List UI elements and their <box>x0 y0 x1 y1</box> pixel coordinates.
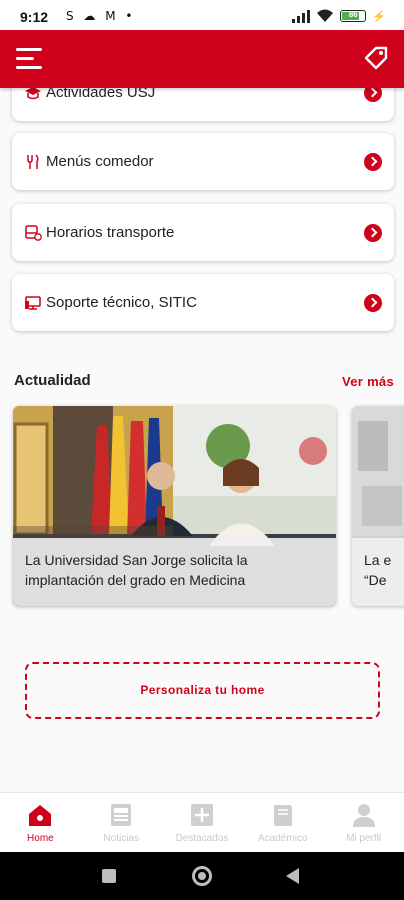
quick-link-horarios[interactable]: Horarios transporte <box>12 204 394 261</box>
wifi-icon <box>317 9 334 22</box>
user-icon <box>352 804 375 827</box>
plus-square-icon <box>190 804 213 826</box>
nav-noticias[interactable]: Noticias <box>81 793 162 852</box>
quick-link-menus[interactable]: Menús comedor <box>12 133 394 190</box>
notification-icons: S ☁ M • <box>66 9 136 23</box>
graduation-cap-icon <box>25 88 41 100</box>
personalize-home-label: Personaliza tu home <box>140 683 265 697</box>
charging-icon: ⚡ <box>372 10 386 23</box>
quick-link-actividades[interactable]: Actividades USJ <box>12 88 394 121</box>
fork-knife-icon <box>27 154 39 169</box>
chevron-right-icon <box>364 294 382 312</box>
computer-support-icon <box>25 296 41 310</box>
nav-destacados[interactable]: Destacados <box>162 793 243 852</box>
news-caption: La e “De <box>352 538 404 606</box>
news-card[interactable]: La Universidad San Jorge solicita la imp… <box>13 406 336 606</box>
quick-link-soporte[interactable]: Soporte técnico, SITIC <box>12 274 394 331</box>
quick-link-label: Horarios transporte <box>46 224 175 241</box>
bus-schedule-icon <box>25 225 42 241</box>
quick-link-label: Menús comedor <box>46 153 154 170</box>
chevron-right-icon <box>364 88 382 102</box>
nav-label: Académico <box>258 833 308 844</box>
bottom-navigation: Home Noticias Destacados Académico Mi pe… <box>0 792 404 852</box>
nav-label: Mi perfil <box>346 833 382 844</box>
news-section-title: Actualidad <box>14 372 91 389</box>
nav-academico[interactable]: Académico <box>242 793 323 852</box>
chevron-right-icon <box>364 224 382 242</box>
quick-link-label: Soporte técnico, SITIC <box>46 294 197 311</box>
app-bar <box>0 30 404 88</box>
battery-icon: 86 <box>340 10 367 22</box>
nav-label: Destacados <box>175 833 229 844</box>
news-caption: La Universidad San Jorge solicita la imp… <box>13 538 336 606</box>
news-icon <box>111 804 132 826</box>
nav-label: Home <box>27 833 54 844</box>
signal-icon <box>292 9 311 23</box>
nav-label: Noticias <box>103 833 139 844</box>
chevron-right-icon <box>364 153 382 171</box>
home-content[interactable]: Actividades USJ Menús comedor Horarios t… <box>0 88 404 792</box>
recent-apps-icon[interactable] <box>102 869 116 883</box>
tag-icon[interactable] <box>362 44 390 72</box>
nav-mi-perfil[interactable]: Mi perfil <box>323 793 404 852</box>
home-icon <box>29 805 52 826</box>
see-more-link[interactable]: Ver más <box>342 374 394 389</box>
quick-link-label: Actividades USJ <box>46 88 156 101</box>
home-circle-icon[interactable] <box>192 866 212 886</box>
status-bar: 9:12 S ☁ M • 86 ⚡ <box>0 0 404 30</box>
news-card[interactable]: La e “De <box>352 406 404 606</box>
personalize-home-button[interactable]: Personaliza tu home <box>25 662 380 719</box>
status-time: 9:12 <box>20 9 49 25</box>
back-triangle-icon[interactable] <box>286 868 299 884</box>
battery-level: 86 <box>348 10 358 19</box>
system-navigation-bar <box>0 852 404 900</box>
book-icon <box>273 805 292 826</box>
hamburger-menu-icon[interactable] <box>16 48 42 70</box>
status-right: 86 ⚡ <box>292 9 386 23</box>
nav-home[interactable]: Home <box>0 793 81 852</box>
